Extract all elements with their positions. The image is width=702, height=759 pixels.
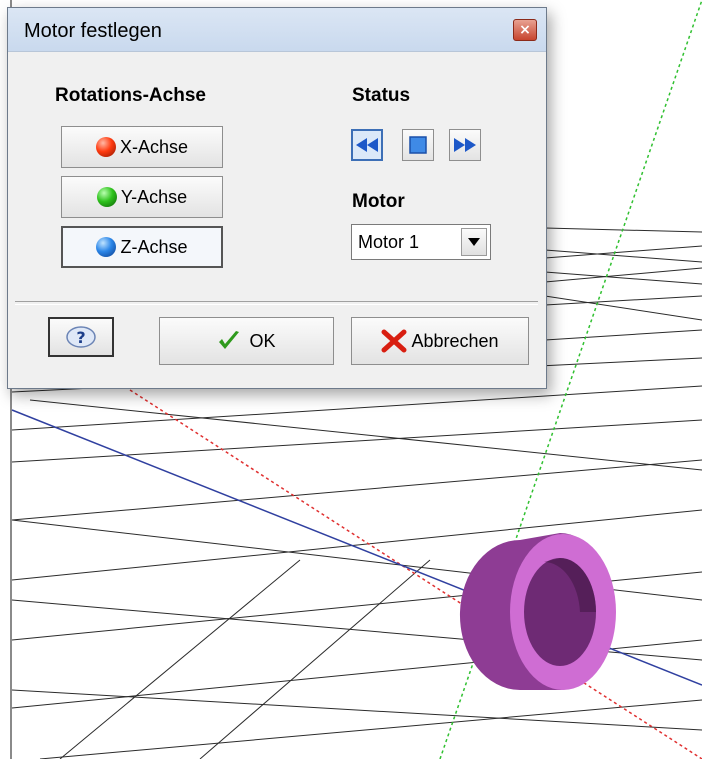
cancel-button[interactable]: Abbrechen: [351, 317, 529, 365]
status-label: Status: [352, 85, 411, 106]
help-button[interactable]: ?: [48, 317, 114, 357]
x-axis-button[interactable]: X-Achse: [61, 126, 223, 168]
chevron-down-icon[interactable]: [461, 228, 487, 256]
y-axis-label: Y-Achse: [120, 186, 188, 207]
blue-ball-icon: [96, 237, 117, 257]
z-axis-button[interactable]: Z-Achse: [61, 226, 223, 268]
cancel-label: Abbrechen: [411, 330, 499, 351]
z-axis-label: Z-Achse: [120, 236, 188, 257]
svg-text:?: ?: [76, 328, 85, 347]
dialog-title: Motor festlegen: [24, 20, 162, 42]
title-bar[interactable]: Motor festlegen ×: [8, 8, 546, 52]
red-x-icon: [381, 329, 407, 353]
y-axis-button[interactable]: Y-Achse: [61, 176, 223, 218]
motor-select[interactable]: Motor 1: [351, 224, 491, 260]
motor-select-value: Motor 1: [358, 232, 420, 252]
red-ball-icon: [95, 137, 116, 157]
motor-label: Motor: [352, 191, 405, 212]
rotation-axis-label: Rotations-Achse: [55, 85, 206, 106]
footer-separator: [15, 301, 538, 305]
stop-button[interactable]: [402, 129, 434, 161]
x-axis-label: X-Achse: [119, 136, 189, 157]
ok-button[interactable]: OK: [159, 317, 334, 365]
checkmark-icon: [219, 331, 240, 349]
ok-label: OK: [249, 330, 276, 351]
fast-forward-icon: [454, 138, 476, 152]
dialog-client: Rotations-Achse X-Achse Y-Achse Z-Achse …: [15, 52, 538, 380]
question-mark-icon: ?: [66, 326, 96, 348]
hollow-cylinder-object[interactable]: [459, 533, 616, 691]
x-axis-line: [129, 389, 702, 759]
stop-icon: [409, 136, 427, 154]
rewind-icon: [356, 138, 378, 152]
fast-forward-button[interactable]: [449, 129, 481, 161]
rewind-button[interactable]: [351, 129, 383, 161]
close-button[interactable]: ×: [513, 19, 537, 41]
green-ball-icon: [96, 187, 117, 207]
motor-dialog: Motor festlegen × Rotations-Achse X-Achs…: [7, 7, 547, 389]
